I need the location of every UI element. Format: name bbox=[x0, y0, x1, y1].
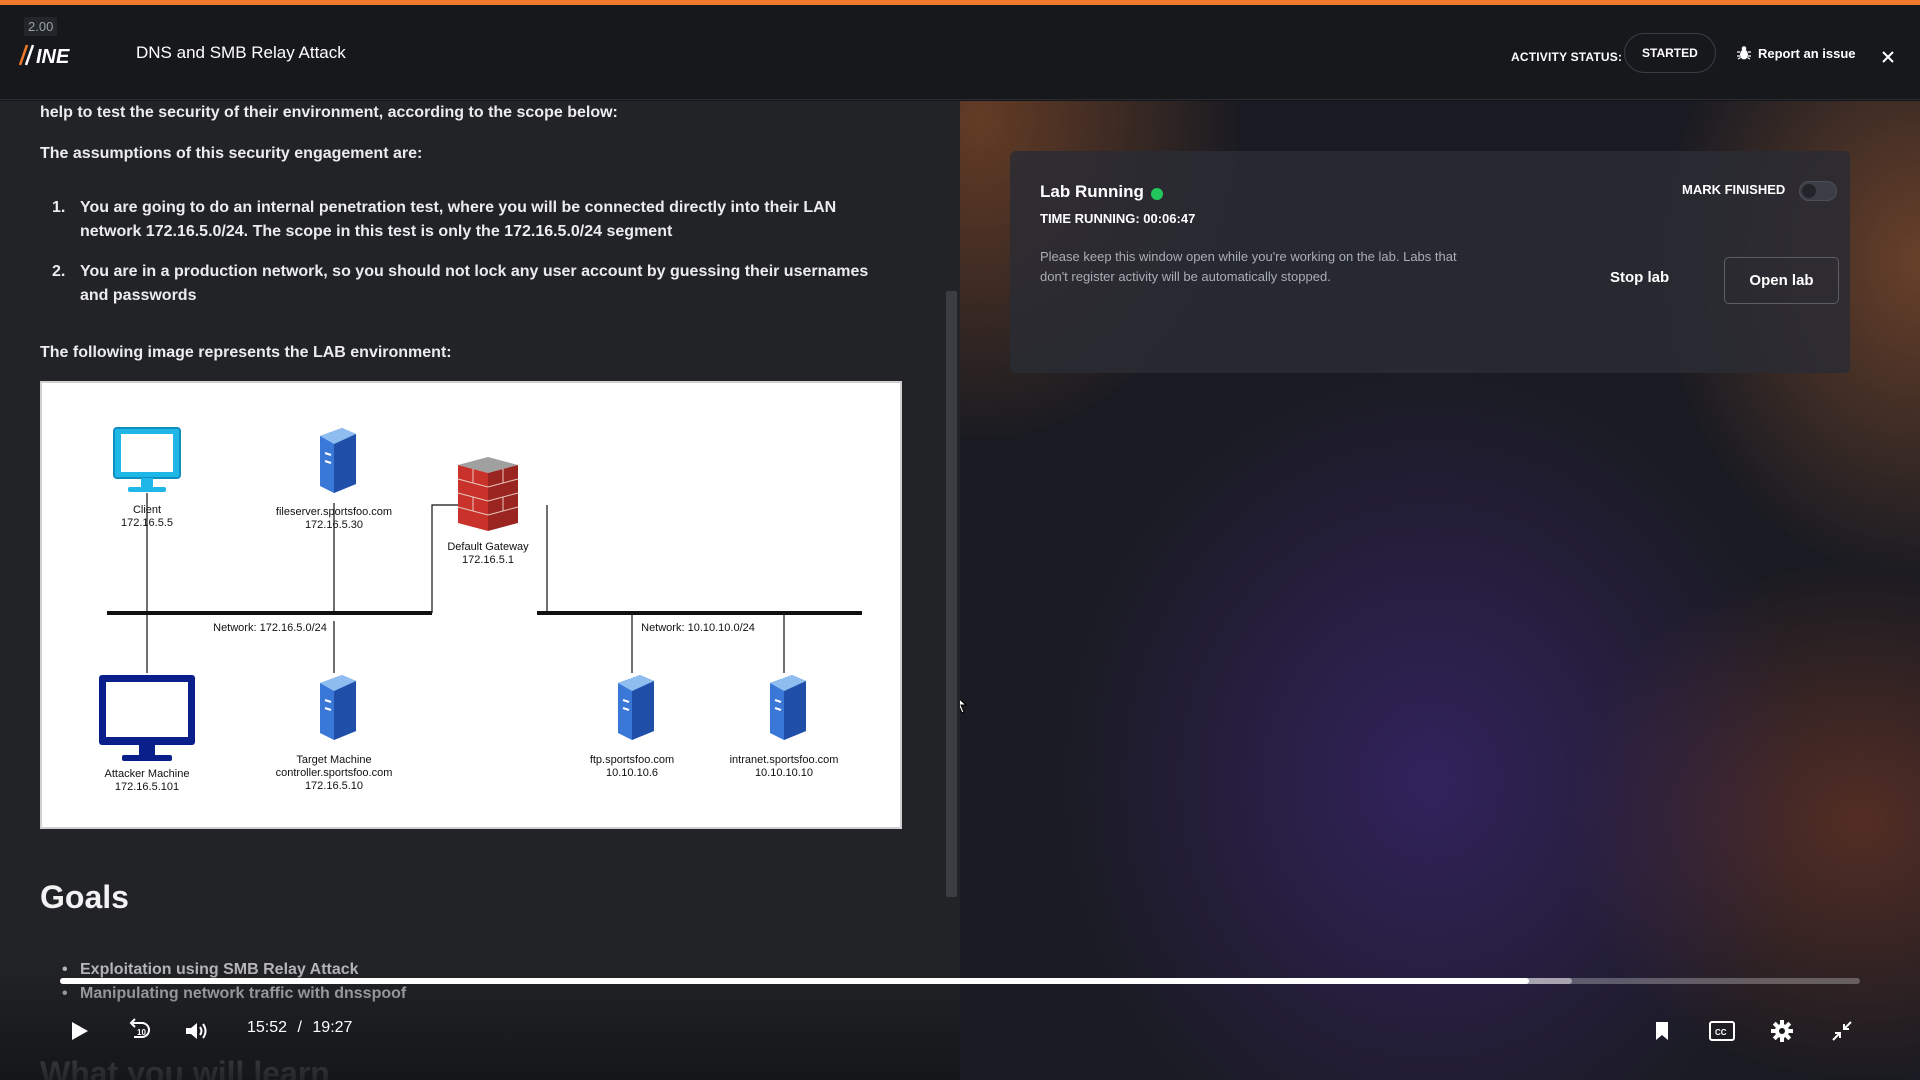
client-ip: 172.16.5.5 bbox=[121, 517, 173, 529]
attacker-label: Attacker Machine bbox=[105, 768, 190, 780]
total-duration: 19:27 bbox=[312, 1019, 353, 1036]
keep-window-notice: Please keep this window open while you'r… bbox=[1040, 249, 1457, 284]
captions-button[interactable]: CC bbox=[1707, 1016, 1737, 1046]
settings-button[interactable] bbox=[1767, 1016, 1797, 1046]
diagram-caption: The following image represents the LAB e… bbox=[40, 344, 452, 361]
closed-captions-icon: CC bbox=[1709, 1021, 1735, 1041]
assumptions-heading: The assumptions of this security engagem… bbox=[40, 145, 423, 162]
ftp-server-icon bbox=[618, 675, 654, 740]
play-icon bbox=[72, 1022, 88, 1040]
target-ip: 172.16.5.10 bbox=[305, 780, 363, 792]
client-label: Client bbox=[133, 504, 161, 516]
fileserver-ip: 172.16.5.30 bbox=[305, 519, 363, 531]
lab-title: DNS and SMB Relay Attack bbox=[136, 43, 346, 62]
list-text-strong: 172.16.5.0/24 bbox=[504, 223, 603, 240]
logo-text: INE bbox=[36, 46, 70, 68]
status-dot-icon bbox=[1151, 188, 1163, 200]
ftp-label: ftp.sportsfoo.com bbox=[590, 754, 674, 766]
gateway-ip: 172.16.5.1 bbox=[462, 554, 514, 566]
activity-status-label: ACTIVITY STATUS: bbox=[1511, 50, 1623, 64]
time-display: 15:52 / 19:27 bbox=[247, 1019, 352, 1037]
client-monitor-icon bbox=[113, 427, 181, 492]
exit-fullscreen-button[interactable] bbox=[1827, 1016, 1857, 1046]
video-player-controls: 10 15:52 / 19:27 CC bbox=[0, 975, 1920, 1080]
mark-finished-label: MARK FINISHED bbox=[1682, 182, 1786, 197]
list-text-strong: 172.16.5.0/24 bbox=[145, 223, 244, 240]
gateway-label: Default Gateway bbox=[447, 541, 529, 553]
svg-text:CC: CC bbox=[1715, 1028, 1727, 1037]
target-server-icon bbox=[320, 675, 356, 740]
bookmark-icon bbox=[1656, 1022, 1668, 1040]
seek-bar[interactable] bbox=[60, 978, 1860, 984]
svg-text:10: 10 bbox=[137, 1028, 146, 1037]
mouse-cursor-icon bbox=[960, 698, 968, 714]
intro-text: help to test the security of their envir… bbox=[40, 104, 618, 121]
volume-button[interactable] bbox=[182, 1016, 212, 1046]
lab-pane: Lab Running TIME RUNNING: 00:06:47 Pleas… bbox=[960, 101, 1920, 1080]
fileserver-server-icon bbox=[320, 428, 356, 493]
intranet-label: intranet.sportsfoo.com bbox=[730, 754, 839, 766]
gear-icon bbox=[1771, 1020, 1793, 1042]
target-host: controller.sportsfoo.com bbox=[276, 767, 393, 779]
goals-heading: Goals bbox=[40, 879, 129, 915]
rewind-10-icon: 10 bbox=[129, 1018, 150, 1038]
report-issue-button[interactable]: Report an issue bbox=[1736, 45, 1856, 61]
assumptions-list: 1. You are going to do an internal penet… bbox=[40, 196, 900, 324]
intranet-server-icon bbox=[770, 675, 806, 740]
current-time: 15:52 bbox=[247, 1019, 288, 1036]
intranet-ip: 10.10.10.10 bbox=[755, 767, 813, 779]
list-item: 1. You are going to do an internal penet… bbox=[40, 196, 900, 244]
list-text: segment bbox=[602, 223, 673, 240]
attacker-monitor-icon bbox=[99, 675, 195, 761]
time-running: TIME RUNNING: 00:06:47 bbox=[1040, 211, 1196, 226]
network-left-label: Network: 172.16.5.0/24 bbox=[213, 622, 327, 634]
lab-running-title: Lab Running bbox=[1040, 182, 1144, 201]
list-number: 1. bbox=[52, 199, 66, 216]
target-label: Target Machine bbox=[296, 754, 371, 766]
instructions-pane[interactable]: help to test the security of their envir… bbox=[0, 101, 960, 1080]
mark-finished-toggle[interactable] bbox=[1799, 181, 1837, 201]
volume-icon bbox=[186, 1023, 207, 1039]
lab-status-card: Lab Running TIME RUNNING: 00:06:47 Pleas… bbox=[1010, 151, 1850, 373]
play-button[interactable] bbox=[64, 1016, 94, 1046]
lab-network-diagram: Client 172.16.5.5 fileserver.sportsfoo.c… bbox=[40, 381, 902, 829]
close-icon[interactable] bbox=[1878, 47, 1898, 67]
ine-logo-icon: INE bbox=[18, 44, 70, 68]
header: 2.00 INE DNS and SMB Relay Attack ACTIVI… bbox=[0, 5, 1920, 100]
network-diagram-svg: Client 172.16.5.5 fileserver.sportsfoo.c… bbox=[99, 427, 862, 793]
toggle-knob bbox=[1802, 184, 1816, 198]
firewall-icon bbox=[457, 457, 519, 531]
list-number: 2. bbox=[52, 263, 66, 280]
fileserver-label: fileserver.sportsfoo.com bbox=[276, 506, 392, 518]
list-text: You are in a production network, so you … bbox=[80, 263, 869, 304]
scrollbar-thumb[interactable] bbox=[946, 291, 957, 897]
stop-lab-button[interactable]: Stop lab bbox=[1610, 269, 1669, 286]
list-text: . The scope in this test is only the bbox=[243, 223, 505, 240]
exit-fullscreen-icon bbox=[1832, 1021, 1852, 1041]
playback-speed[interactable]: 2.00 bbox=[24, 17, 58, 36]
report-issue-label: Report an issue bbox=[1758, 45, 1856, 61]
attacker-ip: 172.16.5.101 bbox=[115, 781, 179, 793]
open-lab-button[interactable]: Open lab bbox=[1724, 257, 1839, 304]
activity-status-badge[interactable]: STARTED bbox=[1624, 33, 1716, 73]
ftp-ip: 10.10.10.6 bbox=[606, 767, 658, 779]
time-separator: / bbox=[297, 1019, 302, 1036]
progress-fill bbox=[60, 978, 1529, 984]
rewind-10-button[interactable]: 10 bbox=[124, 1016, 154, 1046]
list-item: 2. You are in a production network, so y… bbox=[40, 260, 900, 308]
network-right-label: Network: 10.10.10.0/24 bbox=[641, 622, 755, 634]
bookmark-button[interactable] bbox=[1647, 1016, 1677, 1046]
bug-icon bbox=[1737, 46, 1751, 60]
